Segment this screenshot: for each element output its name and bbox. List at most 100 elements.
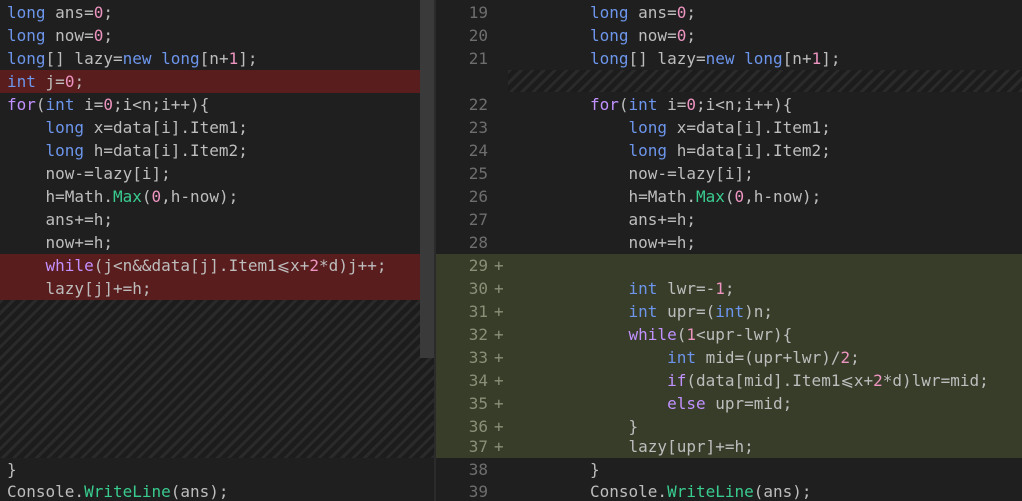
- left-line-deleted: while(j<n&&data[j].Item1⩽x+2*d)j++;: [0, 254, 434, 277]
- right-line-added: 29 +: [436, 254, 1022, 277]
- code-text: long[] lazy=new long[n+1];: [590, 49, 841, 68]
- left-line-deleted: int j=0;: [0, 70, 434, 93]
- code-text: long now=0;: [590, 26, 696, 45]
- code-text: lazy[j]+=h;: [7, 279, 152, 298]
- right-line: 20 long now=0;: [436, 24, 1022, 47]
- left-code-pane[interactable]: long ans=0; long now=0; long[] lazy=new …: [0, 0, 434, 501]
- code-text: long x=data[i].Item1;: [45, 118, 248, 137]
- diff-marker: +: [494, 279, 504, 298]
- line-number: 32: [468, 325, 488, 344]
- code-text: long ans=0;: [7, 3, 113, 22]
- line-number: 34: [468, 371, 488, 390]
- code-text: h=Math.Max(0,h-now);: [590, 187, 822, 206]
- code-text: long x=data[i].Item1;: [628, 118, 831, 137]
- code-text: now-=lazy[i];: [590, 164, 754, 183]
- code-text: for(int i=0;i<n;i++){: [7, 95, 210, 114]
- code-text: int lwr=-1;: [628, 279, 735, 298]
- right-line: 26 h=Math.Max(0,h-now);: [436, 185, 1022, 208]
- line-number: 27: [468, 210, 488, 229]
- code-text: lazy[upr]+=h;: [590, 437, 754, 456]
- right-line: 23 long x=data[i].Item1;: [436, 116, 1022, 139]
- left-line: ans+=h;: [0, 208, 434, 231]
- left-line: Console.WriteLine(ans);: [0, 480, 434, 501]
- diff-marker: +: [494, 394, 504, 413]
- code-text: while(1<upr-lwr){: [628, 325, 793, 344]
- diff-marker: +: [494, 348, 504, 367]
- right-line-added: 32 + while(1<upr-lwr){: [436, 323, 1022, 346]
- code-text: ans+=h;: [590, 210, 696, 229]
- diff-marker: +: [494, 302, 504, 321]
- right-line-added: 33 + int mid=(upr+lwr)/2;: [436, 346, 1022, 369]
- left-line: h=Math.Max(0,h-now);: [0, 185, 434, 208]
- left-scrollbar[interactable]: [420, 0, 434, 358]
- diff-viewer: long ans=0; long now=0; long[] lazy=new …: [0, 0, 1022, 501]
- right-line: 21 long[] lazy=new long[n+1];: [436, 47, 1022, 70]
- code-text: now-=lazy[i];: [7, 164, 171, 183]
- code-text: int upr=(int)n;: [628, 302, 774, 321]
- line-number: 33: [468, 348, 488, 367]
- code-text: int j=0;: [7, 72, 85, 91]
- right-line: 25 now-=lazy[i];: [436, 162, 1022, 185]
- right-line: 19 long ans=0;: [436, 1, 1022, 24]
- diff-marker: +: [494, 371, 504, 390]
- left-line: long[] lazy=new long[n+1];: [0, 47, 434, 70]
- code-text: while(j<n&&data[j].Item1⩽x+2*d)j++;: [45, 256, 387, 275]
- right-line-added: 34 + if(data[mid].Item1⩽x+2*d)lwr=mid;: [436, 369, 1022, 392]
- code-text: now+=h;: [7, 233, 113, 252]
- line-number: 22: [468, 95, 488, 114]
- left-empty-hatch: [0, 300, 434, 458]
- line-number: 35: [468, 394, 488, 413]
- code-text: if(data[mid].Item1⩽x+2*d)lwr=mid;: [667, 371, 989, 390]
- code-text: long now=0;: [7, 26, 113, 45]
- code-text: }: [590, 460, 600, 479]
- right-line: 27 ans+=h;: [436, 208, 1022, 231]
- code-text: Console.WriteLine(ans);: [7, 482, 229, 501]
- line-number: 39: [468, 482, 488, 501]
- right-line-added: 30 + int lwr=-1;: [436, 277, 1022, 300]
- right-line-added: 35 + else upr=mid;: [436, 392, 1022, 415]
- right-line: 38}: [436, 458, 1022, 481]
- code-text: now+=h;: [590, 233, 696, 252]
- line-number: 25: [468, 164, 488, 183]
- left-line-deleted: lazy[j]+=h;: [0, 277, 434, 300]
- right-line: 28 now+=h;: [436, 231, 1022, 254]
- code-text: long[] lazy=new long[n+1];: [7, 49, 258, 68]
- left-line: now-=lazy[i];: [0, 162, 434, 185]
- diff-marker: +: [494, 325, 504, 344]
- code-text: long ans=0;: [590, 3, 696, 22]
- line-number: 24: [468, 141, 488, 160]
- line-number: 30: [468, 279, 488, 298]
- left-line: now+=h;: [0, 231, 434, 254]
- right-line-added: 37 + lazy[upr]+=h;: [436, 435, 1022, 458]
- right-empty-hatch: [508, 70, 1022, 92]
- line-number: 20: [468, 26, 488, 45]
- line-number: 28: [468, 233, 488, 252]
- line-number: 29: [468, 256, 488, 275]
- right-line: 22 for(int i=0;i<n;i++){: [436, 93, 1022, 116]
- diff-marker: +: [494, 256, 504, 275]
- code-text: }: [7, 460, 17, 479]
- line-number: 21: [468, 49, 488, 68]
- line-number: 23: [468, 118, 488, 137]
- right-code-pane[interactable]: 19 long ans=0; 20 long now=0; 21 long[] laz…: [436, 0, 1022, 501]
- line-number: 19: [468, 3, 488, 22]
- code-text: int mid=(upr+lwr)/2;: [667, 348, 860, 367]
- code-text: long h=data[i].Item2;: [628, 141, 831, 160]
- left-line: long now=0;: [0, 24, 434, 47]
- left-line: long h=data[i].Item2;: [0, 139, 434, 162]
- code-text: h=Math.Max(0,h-now);: [7, 187, 239, 206]
- code-text: long h=data[i].Item2;: [45, 141, 248, 160]
- right-line: 24 long h=data[i].Item2;: [436, 139, 1022, 162]
- line-number: 37: [468, 437, 488, 456]
- right-line-added: 31 + int upr=(int)n;: [436, 300, 1022, 323]
- line-number: 38: [468, 460, 488, 479]
- code-text: ans+=h;: [7, 210, 113, 229]
- line-number: 31: [468, 302, 488, 321]
- code-text: else upr=mid;: [667, 394, 793, 413]
- left-line: for(int i=0;i<n;i++){: [0, 93, 434, 116]
- left-line: long x=data[i].Item1;: [0, 116, 434, 139]
- right-line: 39 Console.WriteLine(ans);: [436, 480, 1022, 501]
- code-text: Console.WriteLine(ans);: [590, 482, 812, 501]
- left-line: long ans=0;: [0, 1, 434, 24]
- diff-marker: +: [494, 437, 504, 456]
